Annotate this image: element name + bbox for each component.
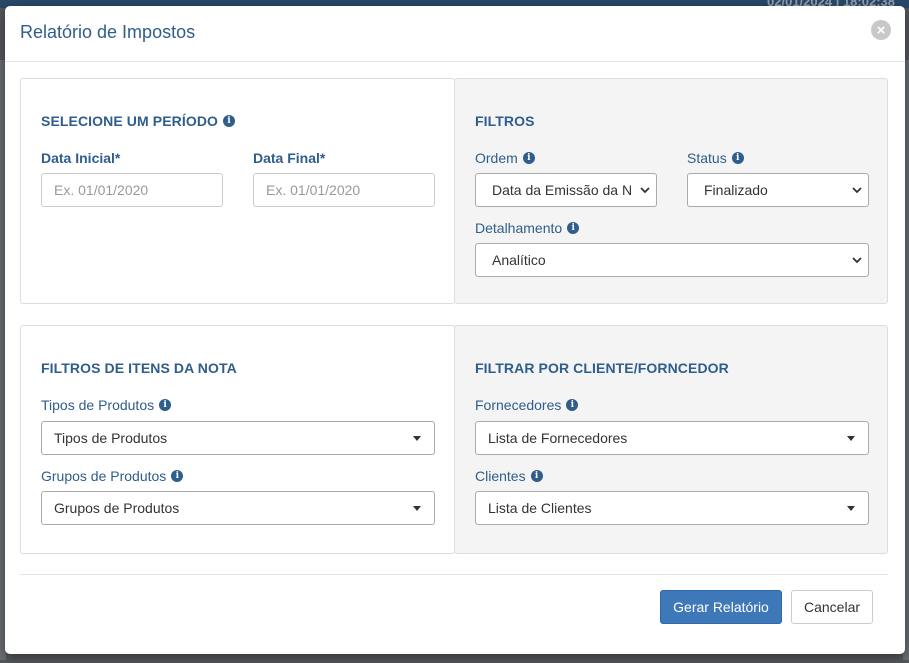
generate-report-button[interactable]: Gerar Relatório (660, 590, 782, 624)
close-icon[interactable]: × (871, 20, 891, 40)
product-groups-select[interactable]: Grupos de Produtos (41, 491, 435, 525)
invoice-items-panel: FILTROS DE ITENS DA NOTA Tipos de Produt… (20, 325, 455, 554)
invoice-items-title-text: FILTROS DE ITENS DA NOTA (41, 360, 237, 376)
caret-down-icon (847, 505, 855, 511)
product-groups-label: Grupos de Produtos i (41, 468, 184, 484)
suppliers-select[interactable]: Lista de Fornecedores (475, 421, 869, 455)
product-types-label: Tipos de Produtos i (41, 397, 172, 413)
modal-header: Relatório de Impostos × (5, 6, 905, 62)
info-icon[interactable]: i (522, 152, 535, 164)
info-icon[interactable]: i (171, 470, 184, 482)
clients-label: Clientes i (475, 468, 543, 484)
modal-title: Relatório de Impostos (20, 22, 196, 42)
footer-divider (20, 574, 888, 575)
caret-down-icon (413, 435, 421, 441)
product-groups-select-value: Grupos de Produtos (54, 500, 180, 516)
product-types-select-value: Tipos de Produtos (54, 430, 168, 446)
order-select-value: Data da Emissão da N (492, 182, 633, 198)
invoice-items-title: FILTROS DE ITENS DA NOTA (41, 360, 237, 376)
status-label: Status i (687, 150, 744, 166)
end-date-label: Data Final* (253, 150, 326, 166)
chevron-down-icon (846, 174, 868, 206)
status-select-value: Finalizado (704, 182, 768, 198)
tax-report-modal: Relatório de Impostos × SELECIONE UM PER… (5, 6, 905, 654)
detail-label-text: Detalhamento (475, 220, 563, 236)
caret-down-icon (847, 435, 855, 441)
filters-title-text: FILTROS (475, 113, 535, 129)
order-label: Ordem i (475, 150, 535, 166)
partner-filter-title: FILTRAR POR CLIENTE/FORNCEDOR (475, 360, 729, 376)
partner-filter-title-text: FILTRAR POR CLIENTE/FORNCEDOR (475, 360, 729, 376)
filters-panel: FILTROS Ordem i Data da Emissão da N Sta… (454, 78, 888, 304)
status-label-text: Status (687, 150, 727, 166)
period-panel: SELECIONE UM PERÍODO i Data Inicial* Dat… (20, 78, 455, 304)
product-groups-label-text: Grupos de Produtos (41, 468, 167, 484)
clients-select[interactable]: Lista de Clientes (475, 491, 869, 525)
info-icon[interactable]: i (159, 399, 172, 411)
filters-title: FILTROS (475, 113, 535, 129)
info-icon[interactable]: i (223, 115, 236, 127)
status-select[interactable]: Finalizado (687, 173, 869, 207)
chevron-down-icon (634, 174, 656, 206)
order-label-text: Ordem (475, 150, 518, 166)
suppliers-label-text: Fornecedores (475, 397, 562, 413)
detail-select[interactable]: Analítico (475, 243, 869, 277)
info-icon[interactable]: i (567, 222, 580, 234)
order-select[interactable]: Data da Emissão da N (475, 173, 657, 207)
start-date-input[interactable] (41, 173, 223, 207)
clients-select-value: Lista de Clientes (488, 500, 592, 516)
cancel-button[interactable]: Cancelar (791, 590, 873, 624)
start-date-label: Data Inicial* (41, 150, 121, 166)
caret-down-icon (413, 505, 421, 511)
suppliers-select-value: Lista de Fornecedores (488, 430, 628, 446)
suppliers-label: Fornecedores i (475, 397, 579, 413)
detail-label: Detalhamento i (475, 220, 580, 236)
end-date-input[interactable] (253, 173, 435, 207)
product-types-label-text: Tipos de Produtos (41, 397, 155, 413)
product-types-select[interactable]: Tipos de Produtos (41, 421, 435, 455)
period-title-text: SELECIONE UM PERÍODO (41, 113, 219, 129)
clients-label-text: Clientes (475, 468, 526, 484)
detail-select-value: Analítico (492, 252, 546, 268)
info-icon[interactable]: i (530, 470, 543, 482)
info-icon[interactable]: i (566, 399, 579, 411)
partner-filter-panel: FILTRAR POR CLIENTE/FORNCEDOR Fornecedor… (454, 325, 888, 554)
info-icon[interactable]: i (731, 152, 744, 164)
period-title: SELECIONE UM PERÍODO i (41, 113, 236, 129)
chevron-down-icon (846, 244, 868, 276)
